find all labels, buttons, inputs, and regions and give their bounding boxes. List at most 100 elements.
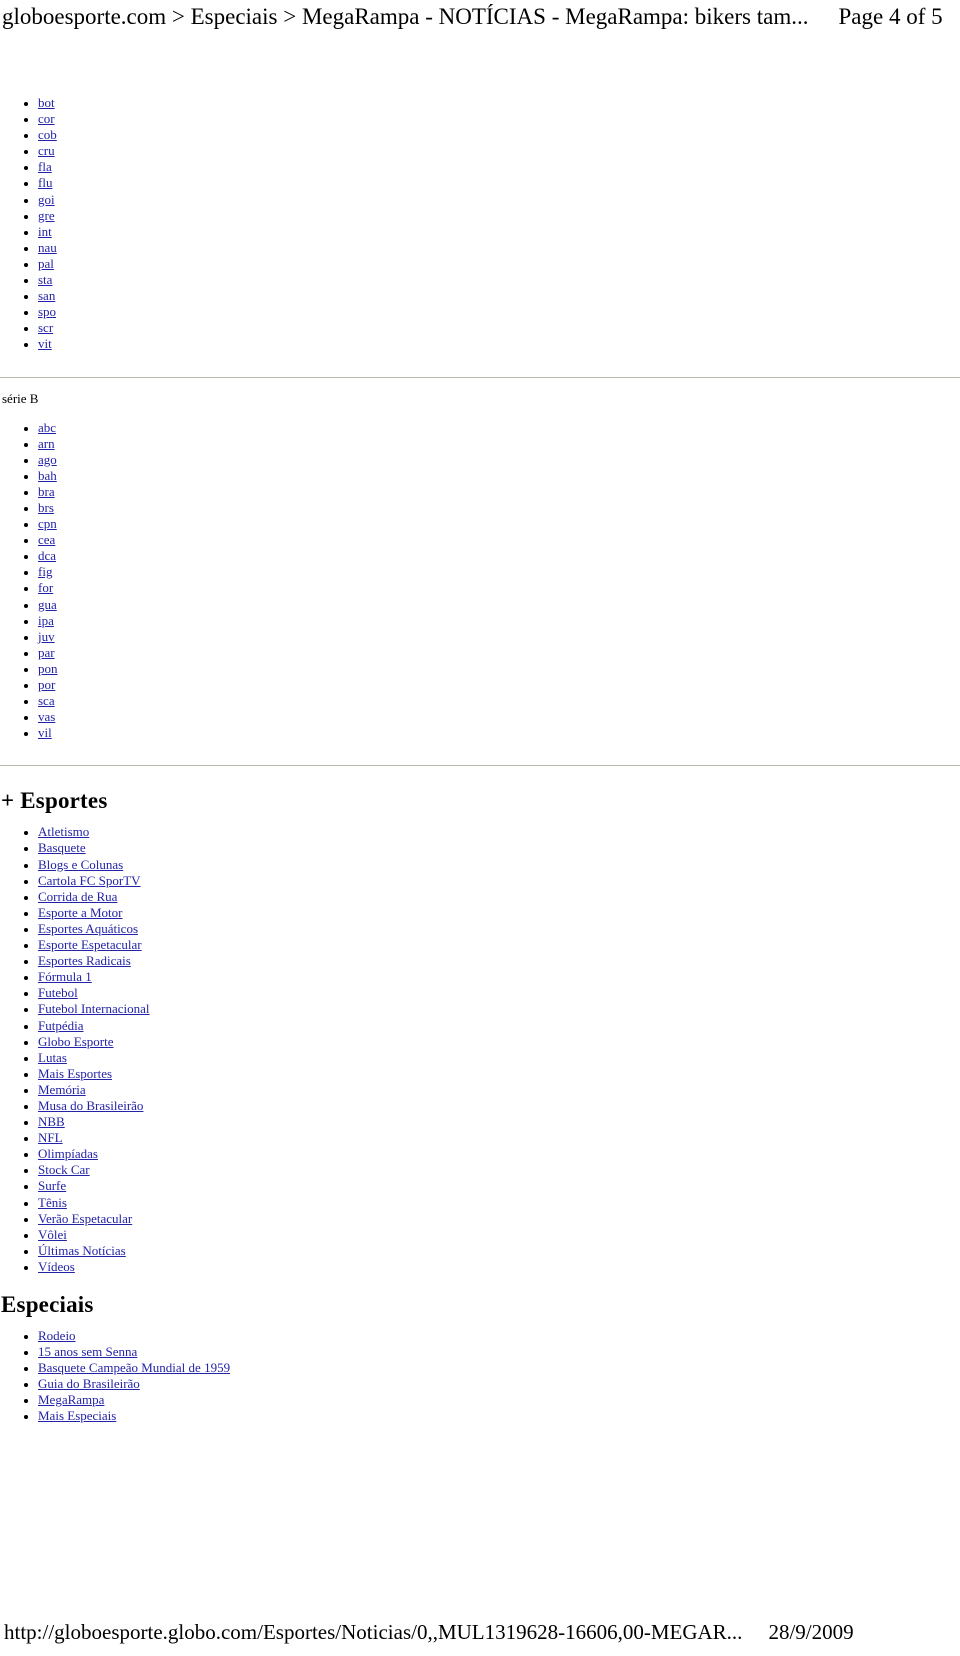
nav-link[interactable]: Surfe [38,1178,66,1193]
nav-link[interactable]: Lutas [38,1050,67,1065]
nav-link[interactable]: vas [38,709,55,724]
nav-link[interactable]: gua [38,597,57,612]
list-item: NBB [38,1114,960,1130]
nav-link[interactable]: bah [38,468,57,483]
nav-link[interactable]: Guia do Brasileirão [38,1376,140,1391]
nav-link[interactable]: Mais Esportes [38,1066,112,1081]
list-item: par [38,645,960,661]
source-url-label: http://globoesporte.globo.com/Esportes/N… [4,1620,743,1644]
nav-link[interactable]: Corrida de Rua [38,889,117,904]
list-item: goi [38,192,960,208]
nav-link[interactable]: Musa do Brasileirão [38,1098,143,1113]
nav-link[interactable]: NFL [38,1130,63,1145]
printed-page: globoesporte.com > Especiais > MegaRampa… [0,0,960,1656]
nav-link[interactable]: sca [38,693,55,708]
nav-link[interactable]: ago [38,452,57,467]
nav-link[interactable]: flu [38,175,52,190]
nav-link[interactable]: por [38,677,55,692]
nav-link[interactable]: Stock Car [38,1162,90,1177]
nav-link[interactable]: vil [38,725,52,740]
list-item: Globo Esporte [38,1034,960,1050]
nav-link[interactable]: Verão Espetacular [38,1211,132,1226]
nav-link[interactable]: fig [38,564,52,579]
nav-link[interactable]: pon [38,661,58,676]
nav-link[interactable]: Blogs e Colunas [38,857,123,872]
nav-link[interactable]: arn [38,436,55,451]
nav-link[interactable]: Esporte Espetacular [38,937,142,952]
list-item: cpn [38,516,960,532]
nav-link[interactable]: goi [38,192,55,207]
nav-link[interactable]: spo [38,304,56,319]
nav-link[interactable]: MegaRampa [38,1392,104,1407]
nav-link[interactable]: pal [38,256,54,271]
nav-link[interactable]: Esporte a Motor [38,905,122,920]
nav-link[interactable]: juv [38,629,55,644]
nav-link[interactable]: scr [38,320,53,335]
nav-link[interactable]: ipa [38,613,54,628]
list-item: juv [38,629,960,645]
list-item: 15 anos sem Senna [38,1344,960,1360]
nav-link[interactable]: abc [38,420,56,435]
nav-link[interactable]: gre [38,208,55,223]
nav-link[interactable]: Rodeio [38,1328,76,1343]
nav-link[interactable]: brs [38,500,54,515]
nav-link[interactable]: Cartola FC SporTV [38,873,141,888]
nav-link[interactable]: bot [38,95,55,110]
nav-link[interactable]: Mais Especiais [38,1408,116,1423]
nav-link[interactable]: for [38,580,53,595]
nav-link[interactable]: Basquete [38,840,86,855]
nav-link[interactable]: Vídeos [38,1259,75,1274]
nav-link[interactable]: NBB [38,1114,65,1129]
nav-link[interactable]: Vôlei [38,1227,67,1242]
list-item: san [38,288,960,304]
nav-link[interactable]: nau [38,240,57,255]
nav-link[interactable]: dca [38,548,56,563]
nav-link[interactable]: Últimas Notícias [38,1243,126,1258]
nav-link[interactable]: Futebol [38,985,78,1000]
nav-link[interactable]: int [38,224,52,239]
nav-link[interactable]: Basquete Campeão Mundial de 1959 [38,1360,230,1375]
list-item: vas [38,709,960,725]
list-item: Esportes Aquáticos [38,921,960,937]
list-item: brs [38,500,960,516]
nav-link[interactable]: Esportes Radicais [38,953,131,968]
list-item: Mais Esportes [38,1066,960,1082]
list-item: Corrida de Rua [38,889,960,905]
nav-link[interactable]: cea [38,532,55,547]
list-item: fla [38,159,960,175]
nav-link[interactable]: sta [38,272,52,287]
nav-link[interactable]: cob [38,127,57,142]
nav-link[interactable]: Futebol Internacional [38,1001,150,1016]
nav-link[interactable]: cor [38,111,55,126]
nav-link[interactable]: cru [38,143,55,158]
nav-link[interactable]: vit [38,336,52,351]
list-item: Últimas Notícias [38,1243,960,1259]
list-item: por [38,677,960,693]
nav-link[interactable]: Esportes Aquáticos [38,921,138,936]
nav-link[interactable]: fla [38,159,52,174]
heading-esportes: + Esportes [1,788,108,814]
nav-link[interactable]: Fórmula 1 [38,969,92,984]
list-item: Basquete [38,840,960,856]
nav-link[interactable]: Atletismo [38,824,89,839]
breadcrumb-title: globoesporte.com > Especiais > MegaRampa… [2,4,809,29]
page-content: botcorcobcruflaflugoigreintnaupalstasans… [0,95,960,1425]
list-item: for [38,580,960,596]
list-item: int [38,224,960,240]
nav-link[interactable]: par [38,645,55,660]
nav-link[interactable]: 15 anos sem Senna [38,1344,137,1359]
nav-link[interactable]: Memória [38,1082,86,1097]
nav-link[interactable]: cpn [38,516,57,531]
list-item: cob [38,127,960,143]
nav-link[interactable]: Futpédia [38,1018,84,1033]
nav-link[interactable]: Olimpíadas [38,1146,98,1161]
nav-link[interactable]: san [38,288,55,303]
nav-link[interactable]: Globo Esporte [38,1034,113,1049]
heading-especiais: Especiais [1,1292,94,1317]
list-item: sta [38,272,960,288]
nav-link[interactable]: bra [38,484,55,499]
nav-link[interactable]: Tênis [38,1195,67,1210]
